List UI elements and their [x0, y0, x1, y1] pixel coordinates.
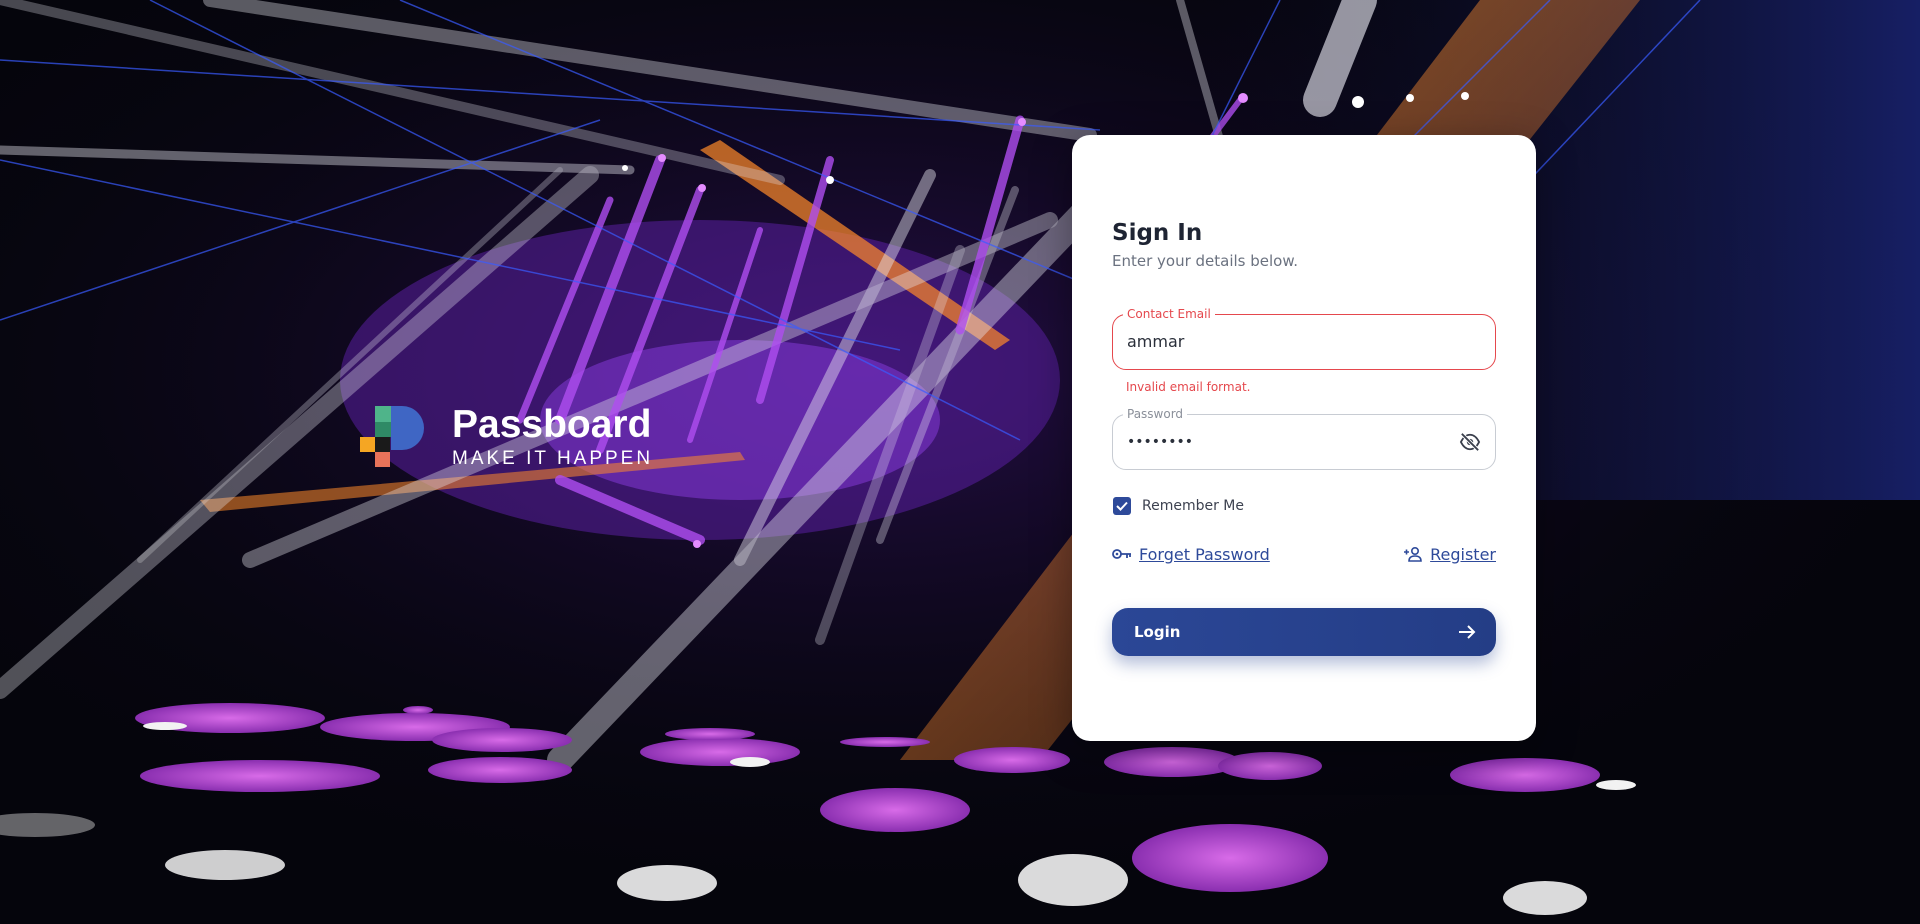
remember-me-checkbox[interactable] [1113, 497, 1131, 515]
forgot-password-link[interactable]: Forget Password [1112, 545, 1270, 564]
forgot-password-label[interactable]: Forget Password [1139, 545, 1270, 564]
login-page: Passboard MAKE IT HAPPEN Sign In Enter y… [0, 0, 1920, 924]
remember-me[interactable]: Remember Me [1112, 496, 1496, 516]
email-error-message: Invalid email format. [1126, 380, 1251, 394]
signin-card: Sign In Enter your details below. Contac… [1072, 135, 1536, 741]
email-field-value[interactable]: ammar [1127, 315, 1184, 369]
signin-title: Sign In [1112, 220, 1203, 246]
brand-tagline: MAKE IT HAPPEN [452, 448, 654, 469]
register-label[interactable]: Register [1430, 545, 1496, 564]
passboard-logo [360, 406, 424, 467]
key-icon [1112, 549, 1131, 559]
background-concert-image [0, 0, 1920, 924]
signin-form: Sign In Enter your details below. Contac… [1112, 219, 1496, 656]
brand-text: Passboard MAKE IT HAPPEN [452, 404, 653, 470]
login-button[interactable]: Login [1112, 608, 1496, 656]
eye-off-icon[interactable] [1459, 432, 1481, 452]
arrow-right-icon [1459, 625, 1476, 639]
remember-me-label: Remember Me [1142, 498, 1244, 514]
login-button-label: Login [1134, 623, 1181, 641]
brand-name: Passboard [452, 403, 652, 446]
checkmark-icon [1116, 501, 1128, 511]
email-field[interactable]: Contact Email ammar [1112, 307, 1496, 370]
brand: Passboard MAKE IT HAPPEN [360, 404, 653, 470]
person-add-icon [1404, 546, 1422, 562]
password-field[interactable]: Password •••••••• [1112, 407, 1496, 470]
signin-subtitle: Enter your details below. [1112, 252, 1299, 270]
auth-links: Forget Password Register [1112, 543, 1496, 565]
password-field-value[interactable]: •••••••• [1127, 415, 1193, 469]
register-link[interactable]: Register [1403, 545, 1496, 564]
